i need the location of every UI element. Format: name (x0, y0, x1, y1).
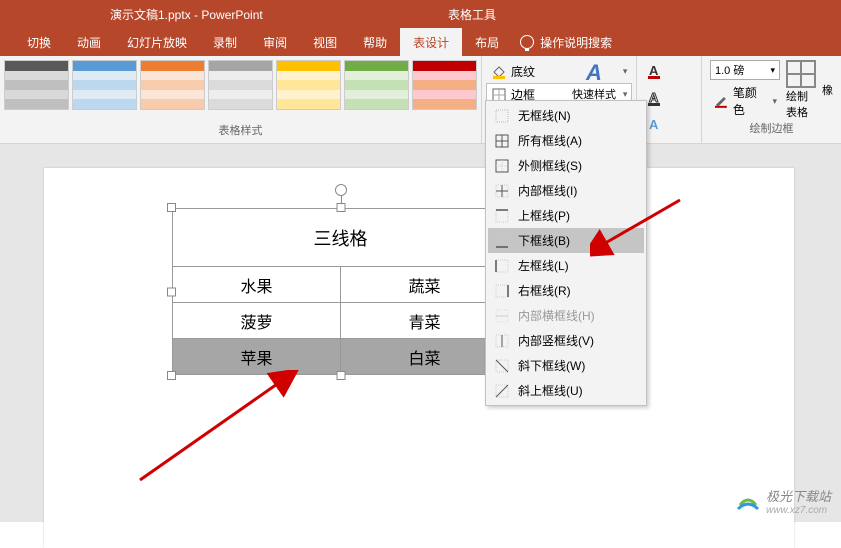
wordart-group: A A A (637, 56, 702, 143)
text-fill-button[interactable]: A (641, 60, 671, 82)
ppt-table[interactable]: 三线格 水果 蔬菜 菠萝 青菜 苹果 白菜 (172, 208, 509, 375)
table-style-2[interactable] (140, 60, 205, 110)
no-border-icon (494, 108, 510, 124)
menu-no-border[interactable]: 无框线(N) (488, 103, 644, 128)
bottom-border-icon (494, 233, 510, 249)
table-style-1[interactable] (72, 60, 137, 110)
table-title-cell[interactable]: 三线格 (173, 209, 509, 267)
quick-style-button[interactable]: A 快速样式 (572, 60, 616, 102)
pen-color-dropdown[interactable]: 笔颜色 ▾ (710, 82, 780, 120)
tab-transition[interactable]: 切换 (14, 28, 64, 56)
table-styles-group: 表格样式 (0, 56, 482, 143)
table-row[interactable]: 菠萝 青菜 (173, 303, 509, 339)
resize-handle-nw[interactable] (167, 203, 176, 212)
table-style-6[interactable] (412, 60, 477, 110)
slide-area: 三线格 水果 蔬菜 菠萝 青菜 苹果 白菜 (0, 144, 841, 522)
tab-slideshow[interactable]: 幻灯片放映 (114, 28, 200, 56)
watermark-logo-icon (736, 489, 760, 513)
table-header-0[interactable]: 水果 (173, 267, 341, 303)
chevron-down-icon: ▾ (623, 66, 628, 77)
table-selection[interactable]: 三线格 水果 蔬菜 菠萝 青菜 苹果 白菜 (172, 208, 509, 375)
ribbon-tabs: 切换 动画 幻灯片放映 录制 审阅 视图 帮助 表设计 布局 操作说明搜索 (0, 28, 841, 56)
chevron-down-icon: ▾ (772, 96, 777, 107)
table-cell[interactable]: 菠萝 (173, 303, 341, 339)
tab-table-design[interactable]: 表设计 (400, 28, 462, 56)
resize-handle-sw[interactable] (167, 371, 176, 380)
tab-layout[interactable]: 布局 (462, 28, 512, 56)
menu-inside-vertical[interactable]: 内部竖框线(V) (488, 328, 644, 353)
right-border-icon (494, 283, 510, 299)
watermark: 极光下载站 www.xz7.com (736, 486, 831, 516)
svg-text:A: A (649, 117, 659, 132)
table-cell[interactable]: 白菜 (341, 339, 509, 375)
resize-handle-w[interactable] (167, 287, 176, 296)
diag-up-icon (494, 383, 510, 399)
menu-outside-borders[interactable]: 外侧框线(S) (488, 153, 644, 178)
table-cell[interactable]: 青菜 (341, 303, 509, 339)
table-header-row[interactable]: 水果 蔬菜 (173, 267, 509, 303)
draw-table-button[interactable]: 绘制表格 (786, 60, 816, 120)
tab-help[interactable]: 帮助 (350, 28, 400, 56)
table-cell[interactable]: 苹果 (173, 339, 341, 375)
help-search[interactable]: 操作说明搜索 (520, 34, 612, 51)
border-dropdown-menu: 无框线(N) 所有框线(A) 外侧框线(S) 内部框线(I) 上框线(P) 下框… (485, 100, 647, 406)
menu-diagonal-up[interactable]: 斜上框线(U) (488, 378, 644, 403)
diag-down-icon (494, 358, 510, 374)
menu-right-border[interactable]: 右框线(R) (488, 278, 644, 303)
table-style-5[interactable] (344, 60, 409, 110)
tab-record[interactable]: 录制 (200, 28, 250, 56)
watermark-name: 极光下载站 (766, 486, 831, 505)
bucket-icon (491, 64, 507, 80)
rotate-handle[interactable] (335, 184, 347, 196)
menu-top-border[interactable]: 上框线(P) (488, 203, 644, 228)
menu-inside-horizontal: 内部横框线(H) (488, 303, 644, 328)
outside-borders-icon (494, 158, 510, 174)
table-style-4[interactable] (276, 60, 341, 110)
eraser-button[interactable]: 橡 (822, 82, 833, 98)
menu-all-borders[interactable]: 所有框线(A) (488, 128, 644, 153)
table-row-selected[interactable]: 苹果 白菜 (173, 339, 509, 375)
top-border-icon (494, 208, 510, 224)
table-title-row[interactable]: 三线格 (173, 209, 509, 267)
draw-borders-group: 1.0 磅 ▾ 笔颜色 ▾ 绘制表格 橡 绘制边框 (702, 56, 841, 143)
table-header-1[interactable]: 蔬菜 (341, 267, 509, 303)
draw-borders-label: 绘制边框 (710, 120, 833, 136)
table-style-0[interactable] (4, 60, 69, 110)
watermark-url: www.xz7.com (766, 505, 831, 516)
resize-handle-s[interactable] (336, 371, 345, 380)
left-border-icon (494, 258, 510, 274)
inside-v-border-icon (494, 333, 510, 349)
slide[interactable]: 三线格 水果 蔬菜 菠萝 青菜 苹果 白菜 (44, 168, 794, 548)
table-styles-label: 表格样式 (0, 122, 481, 138)
tab-review[interactable]: 审阅 (250, 28, 300, 56)
title-text: 演示文稿1.pptx - PowerPoint (0, 6, 263, 23)
menu-left-border[interactable]: 左框线(L) (488, 253, 644, 278)
pen-width-select[interactable]: 1.0 磅 ▾ (710, 60, 780, 80)
menu-diagonal-down[interactable]: 斜下框线(W) (488, 353, 644, 378)
chevron-down-icon: ▾ (623, 89, 628, 100)
inside-h-border-icon (494, 308, 510, 324)
tab-animation[interactable]: 动画 (64, 28, 114, 56)
resize-handle-n[interactable] (336, 203, 345, 212)
draw-table-icon (786, 60, 816, 88)
contextual-tab-title: 表格工具 (420, 0, 524, 28)
inside-borders-icon (494, 183, 510, 199)
wordart-a-icon: A (586, 60, 602, 86)
lightbulb-icon (520, 35, 534, 49)
all-borders-icon (494, 133, 510, 149)
svg-text:A: A (649, 63, 659, 78)
svg-text:A: A (649, 90, 659, 105)
menu-inside-borders[interactable]: 内部框线(I) (488, 178, 644, 203)
pen-icon (713, 93, 729, 109)
table-style-3[interactable] (208, 60, 273, 110)
tab-view[interactable]: 视图 (300, 28, 350, 56)
menu-bottom-border[interactable]: 下框线(B) (488, 228, 644, 253)
chevron-down-icon: ▾ (770, 65, 775, 76)
ribbon: 表格样式 底纹 ▾ 边框 ▾ A 快速样式 A A A (0, 56, 841, 144)
